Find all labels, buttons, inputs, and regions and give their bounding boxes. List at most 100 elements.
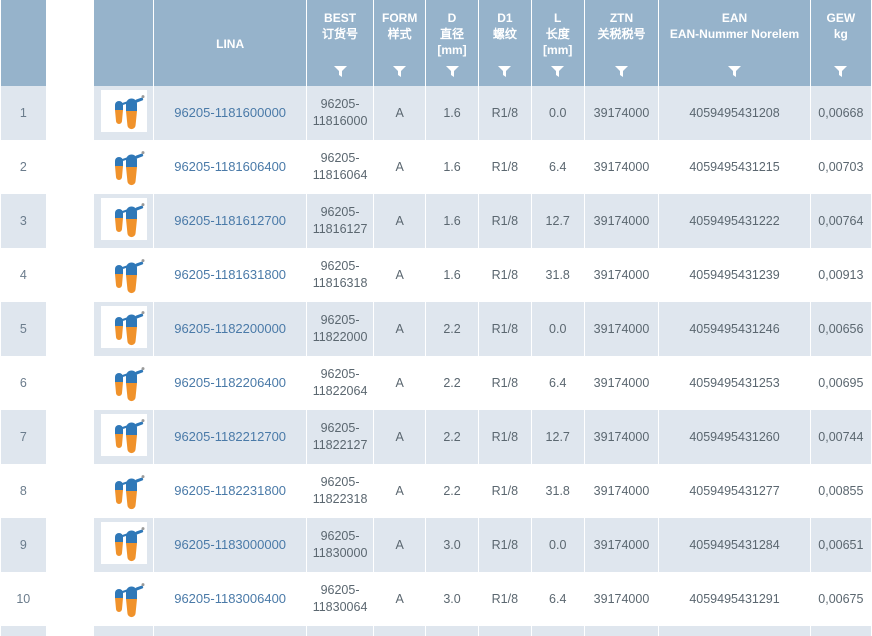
lubricator-nipple-product-photo-icon xyxy=(114,202,145,237)
lubricator-nipple-product-photo-icon xyxy=(114,259,145,294)
table-body: 1 96205-1181600000 96205- 11816000 A 1.6… xyxy=(1,86,871,636)
row-d1: R1/8 xyxy=(478,572,531,626)
filter-icon[interactable] xyxy=(728,66,742,77)
row-index: 2 xyxy=(1,140,46,194)
column-header-d1[interactable]: D1 螺纹 xyxy=(478,0,531,86)
row-best-line1: 96205- xyxy=(320,205,360,220)
filter-icon[interactable] xyxy=(614,66,628,77)
table-row[interactable]: 11 xyxy=(1,626,871,636)
row-gew: 0,00651 xyxy=(810,518,871,572)
thumbnail-wrapper xyxy=(96,148,151,186)
row-best: 96205- 11830000 xyxy=(306,518,374,572)
table-row[interactable]: 3 96205-1181612700 96205- 11816127 A 1.6… xyxy=(1,194,871,248)
thumbnail-wrapper xyxy=(96,364,151,402)
row-product-image[interactable] xyxy=(94,464,154,518)
column-header-ean[interactable]: EAN EAN-Nummer Norelem xyxy=(659,0,810,86)
row-index: 7 xyxy=(1,410,46,464)
row-d1: R1/8 xyxy=(478,464,531,518)
row-best-line2: 11816000 xyxy=(312,114,368,128)
column-header-gew[interactable]: GEW kg xyxy=(810,0,871,86)
row-best-line1: 96205- xyxy=(320,97,360,112)
row-product-image[interactable] xyxy=(94,356,154,410)
row-form: A xyxy=(374,464,426,518)
row-d1: R1/8 xyxy=(478,86,531,140)
row-product-image[interactable] xyxy=(94,140,154,194)
row-best: 96205- 11822000 xyxy=(306,302,374,356)
row-ean: 4059495431291 xyxy=(659,572,810,626)
table-row[interactable]: 7 96205-1182212700 96205- 11822127 A 2.2… xyxy=(1,410,871,464)
row-product-image[interactable] xyxy=(94,248,154,302)
table-row[interactable]: 5 96205-1182200000 96205- 11822000 A 2.2… xyxy=(1,302,871,356)
row-l: 12.7 xyxy=(531,194,584,248)
row-product-image[interactable] xyxy=(94,572,154,626)
table-row[interactable]: 9 96205-1183000000 96205- 11830000 A 3.0… xyxy=(1,518,871,572)
row-best-line1: 96205- xyxy=(320,259,360,274)
row-lina: 96205-1182212700 xyxy=(154,410,306,464)
row-index: 9 xyxy=(1,518,46,572)
thumbnail-wrapper xyxy=(100,305,147,348)
row-best-line2: 11822318 xyxy=(312,492,368,506)
row-product-image[interactable] xyxy=(94,194,154,248)
row-l: 6.4 xyxy=(531,140,584,194)
row-best-line2: 11816064 xyxy=(312,168,368,182)
table-row[interactable]: 10 96205-1183006400 96205- 11830064 A 3.… xyxy=(1,572,871,626)
row-best: 96205- 11816064 xyxy=(306,140,374,194)
row-gew xyxy=(810,626,871,636)
table-row[interactable]: 2 96205-1181606400 96205- 11816064 A 1.6… xyxy=(1,140,871,194)
column-header-lina[interactable]: LINA xyxy=(154,0,306,86)
column-header-d[interactable]: D 直径 [mm] xyxy=(426,0,478,86)
table-row[interactable]: 8 96205-1182231800 96205- 11822318 A 2.2… xyxy=(1,464,871,518)
row-l: 12.7 xyxy=(531,410,584,464)
row-best-line1: 96205- xyxy=(320,529,360,544)
lubricator-nipple-product-photo-icon xyxy=(114,94,145,129)
filter-icon[interactable] xyxy=(498,66,512,77)
table-row[interactable]: 4 96205-1181631800 96205- 11816318 A 1.6… xyxy=(1,248,871,302)
row-ean xyxy=(659,626,810,636)
row-product-image[interactable] xyxy=(94,518,154,572)
column-header-l[interactable]: L 长度 [mm] xyxy=(531,0,584,86)
filter-icon[interactable] xyxy=(834,66,848,77)
row-best: 96205- 11816318 xyxy=(306,248,374,302)
lubricator-nipple-product-photo-icon xyxy=(114,151,145,186)
row-product-image[interactable] xyxy=(94,86,154,140)
row-form: A xyxy=(374,140,426,194)
filter-icon[interactable] xyxy=(333,66,347,77)
row-index: 6 xyxy=(1,356,46,410)
column-header-d1-name: 螺纹 xyxy=(492,27,517,41)
row-index: 11 xyxy=(1,626,46,636)
row-d1: R1/8 xyxy=(478,140,531,194)
column-header-ztn[interactable]: ZTN 关税税号 xyxy=(584,0,659,86)
row-gap xyxy=(46,572,94,626)
filter-icon[interactable] xyxy=(445,66,459,77)
row-l: 0.0 xyxy=(531,86,584,140)
row-product-image[interactable] xyxy=(94,302,154,356)
thumbnail-wrapper xyxy=(100,89,147,132)
filter-icon[interactable] xyxy=(551,66,565,77)
table-row[interactable]: 1 96205-1181600000 96205- 11816000 A 1.6… xyxy=(1,86,871,140)
column-header-d-unit: [mm] xyxy=(437,43,467,57)
row-index: 8 xyxy=(1,464,46,518)
row-gap xyxy=(46,248,94,302)
row-ean: 4059495431208 xyxy=(659,86,810,140)
column-header-ean-code: EAN xyxy=(721,11,748,25)
row-best-line2: 11822127 xyxy=(312,438,368,452)
row-form: A xyxy=(374,410,426,464)
row-product-image[interactable] xyxy=(94,410,154,464)
table-row[interactable]: 6 96205-1182206400 96205- 11822064 A 2.2… xyxy=(1,356,871,410)
row-ztn xyxy=(584,626,659,636)
row-index: 1 xyxy=(1,86,46,140)
row-product-image[interactable] xyxy=(94,626,154,636)
row-gew: 0,00695 xyxy=(810,356,871,410)
row-best-line1: 96205- xyxy=(320,367,360,382)
column-header-ztn-name: 关税税号 xyxy=(597,27,646,41)
column-header-form[interactable]: FORM 样式 xyxy=(374,0,426,86)
row-form: A xyxy=(374,248,426,302)
row-best-line1: 96205- xyxy=(320,475,360,490)
row-d: 3.0 xyxy=(426,518,478,572)
row-best: 96205- 11822064 xyxy=(306,356,374,410)
filter-icon[interactable] xyxy=(393,66,407,77)
row-d: 2.2 xyxy=(426,302,478,356)
lubricator-nipple-product-photo-icon xyxy=(114,367,145,402)
lubricator-nipple-product-photo-icon xyxy=(114,526,145,561)
column-header-best[interactable]: BEST 订货号 xyxy=(306,0,374,86)
